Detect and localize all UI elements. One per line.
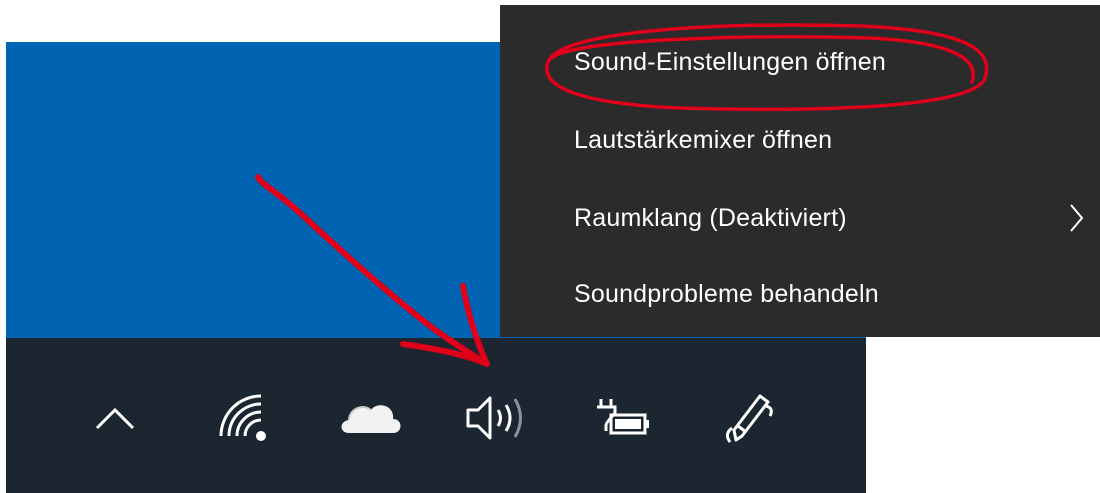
volume-icon[interactable] (458, 378, 538, 458)
chevron-right-icon (1070, 204, 1084, 232)
menu-item-label: Soundprobleme behandeln (574, 279, 879, 308)
menu-item-label: Lautstärkemixer öffnen (574, 125, 833, 154)
battery-charging-icon[interactable] (582, 378, 662, 458)
pen-workspace-icon[interactable] (712, 378, 792, 458)
wifi-icon[interactable] (203, 378, 283, 458)
menu-item-label: Sound-Einstellungen öffnen (574, 47, 886, 76)
sound-context-menu: Sound-Einstellungen öffnen Lautstärkemix… (500, 5, 1100, 337)
onedrive-cloud-icon[interactable] (330, 378, 410, 458)
menu-item-spatial-sound[interactable]: Raumklang (Deaktiviert) (500, 179, 1100, 257)
menu-item-volume-mixer[interactable]: Lautstärkemixer öffnen (500, 101, 1100, 179)
menu-item-label: Raumklang (Deaktiviert) (574, 203, 847, 232)
menu-item-sound-settings[interactable]: Sound-Einstellungen öffnen (500, 23, 1100, 101)
show-hidden-icons-chevron-icon[interactable] (75, 378, 155, 458)
menu-item-troubleshoot-sound[interactable]: Soundprobleme behandeln (500, 255, 1100, 333)
